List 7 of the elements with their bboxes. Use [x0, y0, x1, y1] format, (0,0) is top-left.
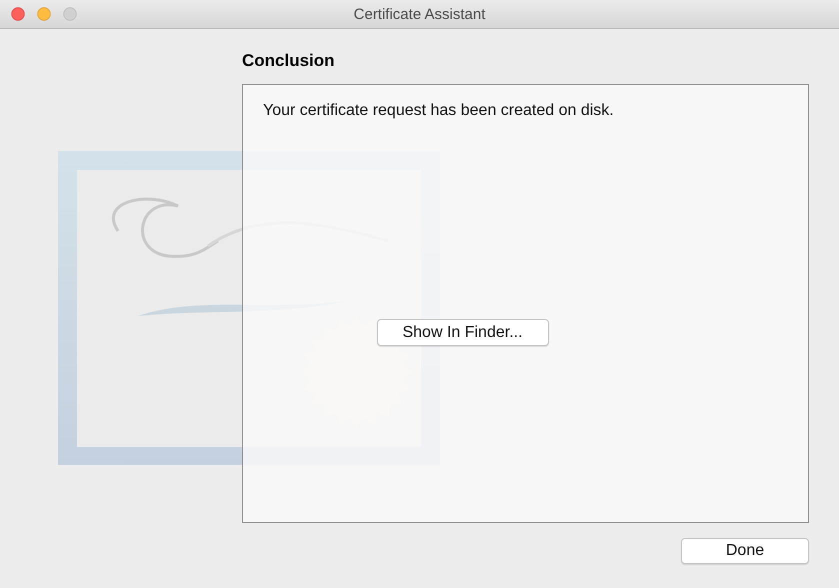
section-heading: Conclusion	[242, 51, 336, 72]
minimize-button[interactable]	[37, 7, 51, 21]
window-title: Certificate Assistant	[354, 6, 486, 22]
close-button[interactable]	[11, 7, 25, 21]
done-button[interactable]: Done	[681, 538, 809, 564]
message-text: Your certificate request has been created on disk.	[263, 102, 615, 120]
show-in-finder-button[interactable]: Show In Finder...	[376, 319, 548, 346]
